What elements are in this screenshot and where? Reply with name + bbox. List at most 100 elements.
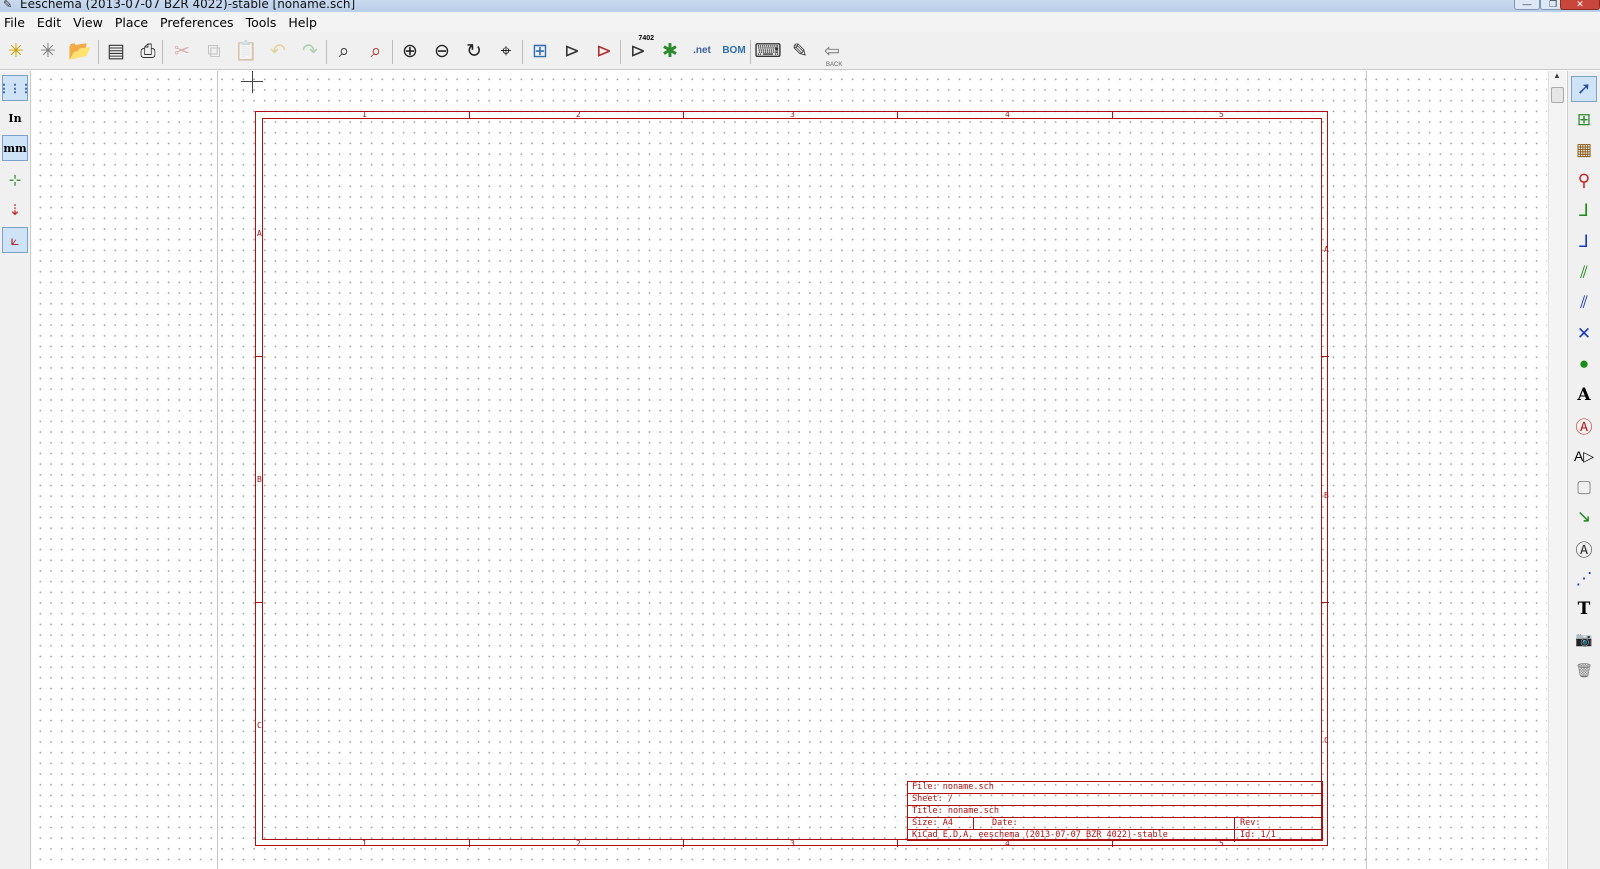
menu-edit[interactable]: Edit — [31, 15, 67, 30]
erc-icon[interactable]: ✱ — [656, 37, 684, 65]
add-component-icon[interactable]: ▦ — [1571, 137, 1597, 163]
scroll-up-arrow-icon[interactable]: ▲ — [1553, 71, 1561, 80]
eeschema-app-icon: ✎ — [3, 0, 13, 11]
sheet-row-label-right: B — [1324, 491, 1329, 500]
import-sheet-pin-icon[interactable]: ↘ — [1571, 504, 1597, 530]
pcbnew-icon[interactable]: ✎ — [786, 37, 814, 65]
netlist-icon-glyph: .net — [693, 45, 711, 56]
page-boundary-line-left — [217, 71, 218, 869]
global-label-icon-glyph: Ⓐ — [1575, 418, 1593, 438]
zoom-out-icon[interactable]: ⊖ — [428, 37, 456, 65]
hierarchy-push-pop-icon-glyph: ⊞ — [1576, 109, 1592, 129]
units-mm-icon[interactable]: mm — [2, 135, 28, 161]
sheet-row-label-right: A — [1324, 245, 1329, 254]
hierarchical-label-icon[interactable]: A▷ — [1571, 443, 1597, 469]
sheet-row-tick-left — [255, 356, 262, 357]
menu-view[interactable]: View — [67, 15, 109, 30]
toolbar-separator — [392, 40, 393, 64]
bom-icon[interactable]: BOM — [720, 37, 748, 65]
hierarchical-sheet-icon[interactable]: ▢ — [1571, 474, 1597, 500]
bus-wire-angle-icon[interactable]: ⟀ — [2, 227, 28, 253]
zoom-in-icon-glyph: ⊕ — [402, 40, 418, 62]
bus-bus-entry-icon-glyph: ⫽ — [1580, 293, 1588, 313]
back-annotate-icon-glyph: ⇦ — [824, 40, 840, 62]
undo-icon-glyph: ↶ — [270, 40, 286, 62]
hierarchy-push-pop-icon[interactable]: ⊞ — [1571, 107, 1597, 133]
sheet-column-tick-bottom — [897, 840, 898, 847]
cvpcb-icon[interactable]: ⌨ — [754, 37, 782, 65]
find-replace-icon-glyph: ⌕ — [370, 40, 382, 62]
annotate-icon[interactable]: ⊳ 7402 — [624, 35, 654, 65]
find-replace-icon[interactable]: ⌕ — [362, 37, 390, 65]
units-inch-icon-glyph: In — [8, 111, 22, 125]
zoom-in-icon[interactable]: ⊕ — [396, 37, 424, 65]
toolbar-separator — [326, 40, 327, 64]
menu-help[interactable]: Help — [282, 15, 323, 30]
new-schematic-icon[interactable]: ✳ — [2, 37, 30, 65]
add-power-icon[interactable]: ⚲ — [1571, 168, 1597, 194]
hidden-pins-icon[interactable]: ⇣ — [2, 197, 28, 223]
hierarchy-navigator-icon[interactable]: ⊞ — [526, 37, 554, 65]
page-settings-icon[interactable]: ▤ — [102, 37, 130, 65]
add-text-icon[interactable]: T — [1571, 596, 1597, 622]
library-editor-icon[interactable]: ⊳ — [558, 37, 586, 65]
toolbar-separator — [98, 40, 99, 64]
menu-file[interactable]: File — [0, 15, 31, 30]
bus-bus-entry-icon[interactable]: ⫽ — [1571, 290, 1597, 316]
net-label-icon[interactable]: A — [1571, 382, 1597, 408]
redo-icon[interactable]: ↷ — [296, 37, 324, 65]
add-junction-icon[interactable]: ● — [1571, 351, 1597, 377]
title-block-row-size: Size: A4 Date: Rev: — [908, 817, 1322, 830]
add-sheet-pin-icon[interactable]: Ⓐ — [1571, 535, 1597, 561]
minimize-button[interactable]: — — [1514, 0, 1540, 10]
netlist-icon[interactable]: .net — [688, 37, 716, 65]
add-bus-icon[interactable]: ⅃ — [1571, 229, 1597, 255]
scroll-thumb[interactable] — [1551, 87, 1564, 103]
new-sheet-icon[interactable]: ✳ — [34, 37, 62, 65]
new-schematic-icon-glyph: ✳ — [8, 40, 24, 62]
open-schematic-icon[interactable]: 📂 — [66, 37, 94, 65]
menu-place[interactable]: Place — [109, 15, 154, 30]
no-connect-icon[interactable]: ✕ — [1571, 321, 1597, 347]
cut-icon[interactable]: ✂ — [168, 37, 196, 65]
title-block-row-credit: KiCad E.D.A. eeschema (2013-07-07 BZR 40… — [908, 829, 1322, 842]
grid-toggle-icon[interactable]: ⋮⋮⋮ — [0, 75, 32, 101]
pcbnew-icon-glyph: ✎ — [792, 40, 808, 62]
add-graphic-line-icon[interactable]: ⋰ — [1571, 566, 1597, 592]
zoom-fit-icon[interactable]: ⌖ — [492, 37, 520, 65]
paste-icon-glyph: 📋 — [234, 40, 258, 62]
library-browser-icon[interactable]: ⊳ — [590, 37, 618, 65]
delete-item-icon[interactable]: 🗑 — [1571, 657, 1597, 683]
redraw-icon[interactable]: ↻ — [460, 37, 488, 65]
select-cursor-icon[interactable]: ➚ — [1571, 76, 1597, 102]
wire-bus-entry-icon[interactable]: ⫽ — [1571, 260, 1597, 286]
bus-wire-angle-icon-glyph: ⟀ — [10, 231, 20, 249]
back-annotate-icon[interactable]: ⇦ BACK — [818, 37, 846, 69]
menu-preferences[interactable]: Preferences — [154, 15, 240, 30]
find-icon[interactable]: ⌕ — [330, 37, 358, 65]
close-window-button[interactable]: ✕ — [1560, 0, 1600, 10]
sheet-column-tick-bottom — [469, 840, 470, 847]
toolbar-separator — [522, 40, 523, 64]
sheet-column-tick-top — [469, 111, 470, 118]
sheet-row-label-left: A — [257, 229, 262, 238]
vertical-scrollbar[interactable]: ▲ — [1548, 71, 1566, 869]
print-icon[interactable]: ⎙ — [134, 37, 162, 65]
add-wire-icon[interactable]: ⅃ — [1571, 198, 1597, 224]
copy-icon-glyph: ⧉ — [207, 40, 221, 62]
page-settings-icon-glyph: ▤ — [107, 40, 125, 62]
global-label-icon[interactable]: Ⓐ — [1571, 413, 1597, 439]
toolbar-separator — [162, 40, 163, 64]
cursor-shape-icon[interactable]: ⊹ — [2, 167, 28, 193]
wire-bus-entry-icon-glyph: ⫽ — [1580, 262, 1588, 282]
sheet-column-label-top: 1 — [362, 110, 367, 119]
undo-icon[interactable]: ↶ — [264, 37, 292, 65]
title-block-credit: KiCad E.D.A. eeschema (2013-07-07 BZR 40… — [912, 830, 1168, 840]
paste-icon[interactable]: 📋 — [232, 37, 260, 65]
select-cursor-icon-glyph: ➚ — [1576, 79, 1592, 98]
units-inch-icon[interactable]: In — [2, 105, 28, 131]
menu-tools[interactable]: Tools — [240, 15, 283, 30]
add-image-icon[interactable]: 📷 — [1571, 627, 1597, 653]
redo-icon-glyph: ↷ — [302, 40, 318, 62]
copy-icon[interactable]: ⧉ — [200, 37, 228, 65]
